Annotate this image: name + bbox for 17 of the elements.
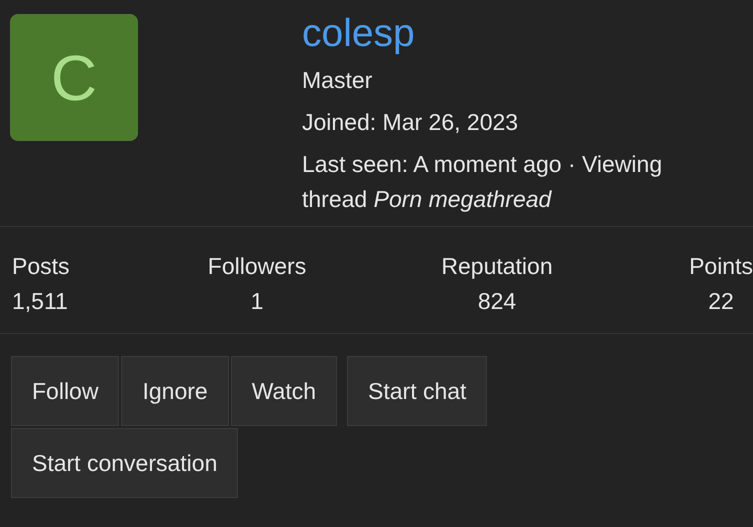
stat-label: Points xyxy=(689,252,753,281)
action-button[interactable]: Start chat xyxy=(347,356,488,426)
stat-value: 1 xyxy=(250,287,264,316)
user-title: Master xyxy=(302,66,374,95)
stat-label: Reputation xyxy=(440,252,554,281)
joined-date: Joined: Mar 26, 2023 xyxy=(302,108,520,137)
stat-value: 22 xyxy=(707,287,735,316)
action-button[interactable]: Start conversation xyxy=(11,428,238,498)
stat-label: Followers xyxy=(206,252,308,281)
stat-value: 824 xyxy=(476,287,518,316)
stat-label: Posts xyxy=(12,252,71,281)
last-seen-text: Last seen: A moment ago · Viewing thread Porn megathread xyxy=(302,150,664,214)
action-button[interactable]: Watch xyxy=(230,356,338,426)
action-button[interactable]: Ignore xyxy=(121,356,229,426)
username-link[interactable]: colesp xyxy=(302,14,722,54)
action-button[interactable]: Follow xyxy=(11,356,120,426)
stat-value: 1,511 xyxy=(12,287,69,316)
